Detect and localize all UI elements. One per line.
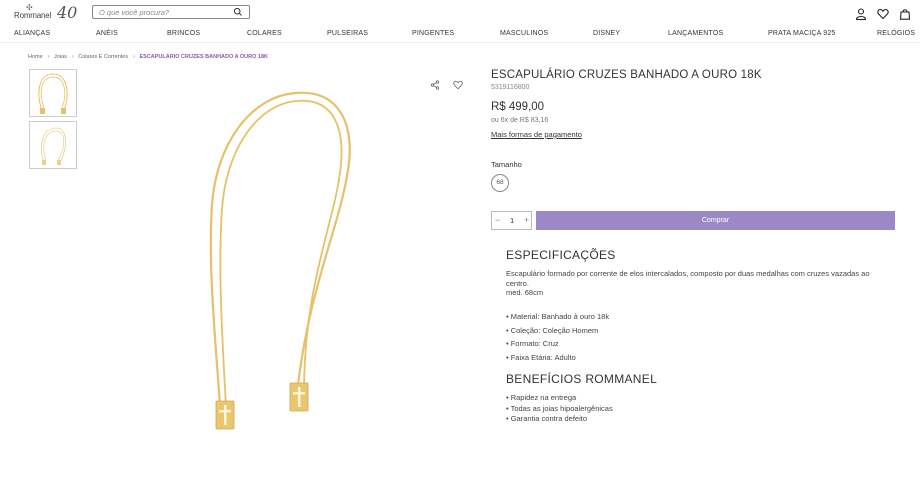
- spec-item: • Formato: Cruz: [506, 339, 559, 348]
- specs-heading: ESPECIFICAÇÕES: [506, 248, 616, 262]
- main-nav: ALIANÇAS ANÉIS BRINCOS COLARES PULSEIRAS…: [0, 30, 920, 43]
- more-payment-link[interactable]: Mais formas de pagamento: [491, 130, 582, 139]
- bag-icon[interactable]: [899, 8, 911, 20]
- share-icon[interactable]: [430, 80, 440, 90]
- benefit-item: • Todas as joias hipoalergênicas: [506, 403, 613, 413]
- user-icon[interactable]: [855, 8, 867, 20]
- medal-left: [215, 400, 235, 430]
- product-title: ESCAPULÁRIO CRUZES BANHADO A OURO 18K: [491, 69, 762, 81]
- nav-item-aliancas[interactable]: ALIANÇAS: [14, 30, 50, 37]
- nav-item-masculinos[interactable]: MASCULINOS: [500, 30, 548, 37]
- breadcrumb-home[interactable]: Home: [28, 54, 43, 60]
- specs-measure: med. 68cm: [506, 288, 544, 297]
- nav-item-colares[interactable]: COLARES: [247, 30, 282, 37]
- benefits-list: • Rapidez na entrega • Todas as joias hi…: [506, 393, 613, 425]
- search-icon[interactable]: [233, 7, 243, 17]
- qty-value[interactable]: 1: [510, 216, 514, 225]
- specs-list: • Material: Banhado à ouro 18k • Coleção…: [506, 310, 609, 364]
- nav-item-brincos[interactable]: BRINCOS: [167, 30, 200, 37]
- spec-item: • Material: Banhado à ouro 18k: [506, 312, 610, 321]
- product-price: R$ 499,00: [491, 101, 545, 113]
- search-box[interactable]: [92, 5, 250, 19]
- size-label: Tamanho: [491, 160, 522, 169]
- specs-description: Escapulário formado por corrente de elos…: [506, 269, 886, 298]
- breadcrumb-chevron-icon: ›: [71, 54, 74, 60]
- nav-item-pingentes[interactable]: PINGENTES: [412, 30, 454, 37]
- spec-item: • Faixa Etária: Adulto: [506, 352, 576, 362]
- favorite-heart-icon[interactable]: [453, 80, 463, 90]
- nav-item-lancamentos[interactable]: LANÇAMENTOS: [668, 30, 723, 37]
- logo[interactable]: ✣ Rommanel 40: [14, 3, 78, 25]
- buy-button[interactable]: Comprar: [536, 211, 895, 230]
- medal-right: [289, 382, 309, 412]
- heart-icon[interactable]: [877, 8, 889, 20]
- qty-plus-button[interactable]: +: [524, 215, 529, 225]
- nav-item-disney[interactable]: DISNEY: [593, 30, 620, 37]
- breadcrumb-colares[interactable]: Colares E Correntes: [78, 54, 128, 60]
- nav-item-relogios[interactable]: RELÓGIOS: [877, 30, 915, 37]
- qty-minus-button[interactable]: −: [495, 215, 500, 225]
- specs-description-text: Escapulário formado por corrente de elos…: [506, 269, 870, 288]
- logo-text: Rommanel: [14, 11, 52, 20]
- product-main-image[interactable]: [190, 85, 380, 435]
- breadcrumb-current: ESCAPULÁRIO CRUZES BANHADO A OURO 18K: [139, 54, 269, 60]
- search-input[interactable]: [99, 7, 223, 17]
- breadcrumb-joias[interactable]: Joias: [54, 54, 67, 60]
- product-sku: 5319116800: [491, 84, 530, 91]
- thumbnail-1[interactable]: [29, 69, 77, 117]
- breadcrumb-chevron-icon: ›: [133, 54, 135, 60]
- benefit-item: • Garantia contra defeito: [506, 414, 588, 423]
- nav-item-pulseiras[interactable]: PULSEIRAS: [327, 30, 368, 37]
- logo-40-mark: 40: [57, 3, 78, 22]
- benefits-heading: BENEFÍCIOS ROMMANEL: [506, 372, 658, 386]
- installments-text: ou 6x de R$ 83,16: [491, 117, 549, 124]
- thumbnail-2[interactable]: [29, 121, 77, 169]
- breadcrumb: Home › Joias › Colares E Correntes › ESCAPU…: [28, 54, 270, 60]
- nav-item-prata[interactable]: PRATA MACIÇA 925: [768, 30, 836, 37]
- thumbnail-necklace-image: [38, 73, 68, 114]
- nav-item-aneis[interactable]: ANÉIS: [96, 30, 118, 37]
- spec-item: • Coleção: Coleção Homem: [506, 325, 599, 335]
- quantity-stepper: − 1 +: [491, 211, 532, 230]
- size-option-68[interactable]: 68: [491, 174, 509, 192]
- breadcrumb-chevron-icon: ›: [47, 54, 50, 60]
- thumbnail-necklace-image: [40, 127, 66, 165]
- benefit-item: • Rapidez na entrega: [506, 393, 577, 402]
